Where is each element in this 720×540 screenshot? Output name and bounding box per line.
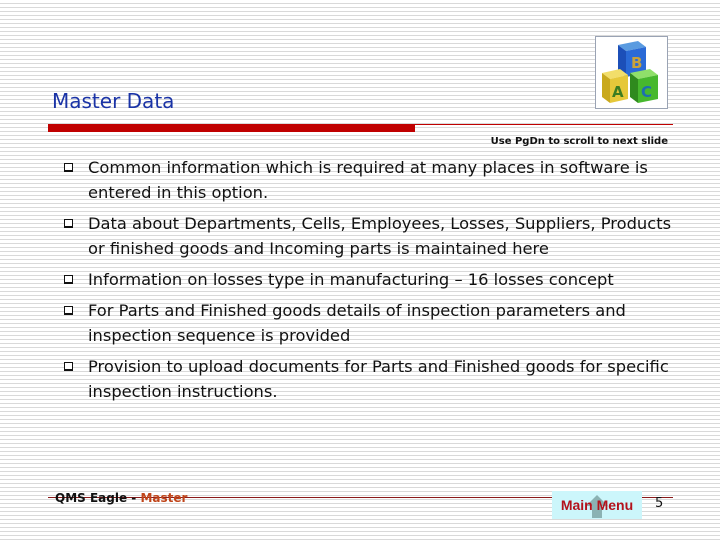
- bullet-list: Common information which is required at …: [62, 155, 682, 410]
- square-bullet-icon: [64, 219, 73, 228]
- bullet-item: Common information which is required at …: [62, 155, 682, 205]
- title-accent-bar: [48, 124, 415, 132]
- bullet-item: Data about Departments, Cells, Employees…: [62, 211, 682, 261]
- footer-product: QMS Eagle: [55, 491, 128, 505]
- footer-separator: -: [127, 491, 141, 505]
- bullet-text: Common information which is required at …: [88, 158, 648, 202]
- page-number: 5: [655, 496, 664, 511]
- title-rule: [415, 124, 673, 125]
- bullet-text: For Parts and Finished goods details of …: [88, 301, 626, 345]
- footer-label: QMS Eagle - Master: [55, 491, 187, 505]
- bullet-text: Provision to upload documents for Parts …: [88, 357, 669, 401]
- footer-section: Master: [140, 491, 188, 505]
- square-bullet-icon: [64, 306, 73, 315]
- bullet-text: Data about Departments, Cells, Employees…: [88, 214, 672, 258]
- square-bullet-icon: [64, 275, 73, 284]
- slide-title: Master Data: [52, 89, 175, 113]
- main-menu-button[interactable]: Main Menu: [552, 491, 642, 519]
- bullet-item: For Parts and Finished goods details of …: [62, 298, 682, 348]
- square-bullet-icon: [64, 362, 73, 371]
- bullet-item: Information on losses type in manufactur…: [62, 267, 682, 292]
- square-bullet-icon: [64, 163, 73, 172]
- abc-blocks-icon: B A C: [595, 36, 668, 109]
- svg-text:A: A: [612, 83, 624, 101]
- svg-text:B: B: [631, 54, 642, 72]
- main-menu-label: Main Menu: [560, 497, 634, 513]
- bullet-item: Provision to upload documents for Parts …: [62, 354, 682, 404]
- svg-text:C: C: [641, 83, 652, 101]
- navigation-hint: Use PgDn to scroll to next slide: [490, 136, 668, 147]
- bullet-text: Information on losses type in manufactur…: [88, 270, 614, 289]
